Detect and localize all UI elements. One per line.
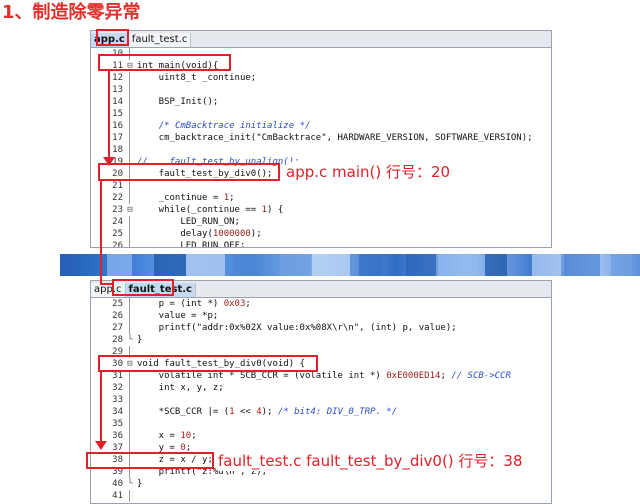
- code-line: 24 LED_RUN_ON;: [91, 216, 551, 228]
- code-line: 15: [91, 108, 551, 120]
- code-text: LED_RUN_OFF;: [137, 241, 246, 248]
- code-line: 41: [91, 490, 551, 502]
- line-number: 13: [112, 85, 123, 95]
- code-line: 13: [91, 84, 551, 96]
- code-line: 27 printf("addr:0x%02X value:0x%08X\r\n"…: [91, 322, 551, 334]
- highlight-box-main-line: [98, 54, 231, 71]
- strip-block: [233, 254, 257, 276]
- code-line: 14 BSP_Init();: [91, 96, 551, 108]
- code-line: 32 int x, y, z;: [91, 382, 551, 394]
- code-area[interactable]: 25 p = (int *) 0x03; 26 value = *p; 27 pri…: [91, 298, 551, 503]
- line-number: 32: [112, 383, 123, 393]
- highlight-box-app-tab: [96, 29, 129, 46]
- line-number: 26: [112, 311, 123, 321]
- code-line: 16 /* CmBacktrace initialize */: [91, 120, 551, 132]
- arrow-line-2: [100, 181, 102, 283]
- line-number: 23: [112, 205, 123, 215]
- code-text: printf("addr:0x%02X value:0x%08X\r\n", (…: [137, 323, 457, 333]
- code-line: 18: [91, 144, 551, 156]
- strip-block: [611, 254, 632, 276]
- page-heading: 1、制造除零异常: [2, 2, 141, 23]
- arrow-line-1: [108, 71, 110, 162]
- strip-block: [312, 254, 350, 276]
- strip-block: [564, 254, 600, 276]
- arrow-head-3: [95, 441, 107, 450]
- code-text: x = 10;: [137, 431, 197, 441]
- code-line: 22 _continue = 1;: [91, 192, 551, 204]
- strip-block: [532, 254, 561, 276]
- annotation-note-2: fault_test.c fault_test_by_div0() 行号：38: [218, 451, 523, 471]
- strip-block: [406, 254, 436, 276]
- line-number: 16: [112, 121, 123, 131]
- annotation-note-1: app.c main() 行号：20: [286, 162, 451, 182]
- code-line: 25 delay(1000000);: [91, 228, 551, 240]
- line-number: 34: [112, 407, 123, 417]
- line-number: 35: [112, 419, 123, 429]
- strip-block: [154, 254, 186, 276]
- strip-block: [359, 254, 382, 276]
- fold-marker: └: [125, 478, 135, 490]
- strip-block: [107, 254, 132, 276]
- code-line: 26 LED_RUN_OFF;: [91, 240, 551, 248]
- code-text: _continue = 1;: [137, 193, 235, 203]
- fold-toggle-icon[interactable]: ⊟: [125, 204, 135, 216]
- code-line: 25 p = (int *) 0x03;: [91, 298, 551, 310]
- highlight-box-fault-tab: [112, 279, 174, 296]
- line-number: 21: [112, 181, 123, 191]
- line-number: 15: [112, 109, 123, 119]
- code-line: 33: [91, 394, 551, 406]
- strip-block: [485, 254, 507, 276]
- line-number: 14: [112, 97, 123, 107]
- code-text: int x, y, z;: [137, 383, 224, 393]
- code-line: 34 *SCB_CCR |= (1 << 4); /* bit4: DIV_0_…: [91, 406, 551, 418]
- code-line: 17 cm_backtrace_init("CmBacktrace", HARD…: [91, 132, 551, 144]
- code-line: 23 ⊟ while(_continue == 1) {: [91, 204, 551, 216]
- strip-block: [186, 254, 225, 276]
- line-number: 12: [112, 73, 123, 83]
- code-text: value = *p;: [137, 311, 219, 321]
- code-text: /* CmBacktrace initialize */: [158, 121, 311, 131]
- code-line: 40 └}: [91, 478, 551, 490]
- strip-block: [280, 254, 311, 276]
- strip-block: [438, 254, 475, 276]
- code-text: }: [137, 479, 143, 489]
- code-text: uint8_t _continue;: [137, 73, 257, 83]
- line-number: 22: [112, 193, 123, 203]
- tab-bar: app.c fault_test.c: [91, 31, 551, 48]
- line-number: 33: [112, 395, 123, 405]
- code-line: 26 value = *p;: [91, 310, 551, 322]
- code-text: BSP_Init();: [137, 97, 219, 107]
- highlight-box-call-line: [98, 163, 280, 181]
- code-text: LED_RUN_ON;: [137, 217, 240, 227]
- line-number: 41: [112, 491, 123, 501]
- fold-marker: └: [125, 334, 135, 346]
- line-number: 17: [112, 133, 123, 143]
- line-number: 40: [112, 479, 123, 489]
- highlight-box-divide-line: [86, 452, 214, 469]
- image-separator-strip: [60, 254, 640, 276]
- line-number: 25: [112, 229, 123, 239]
- line-number: 26: [112, 241, 123, 248]
- code-line: 36 x = 10;: [91, 430, 551, 442]
- code-area[interactable]: 10 11 ⊟ int main(void){12 uint8_t _continue…: [91, 48, 551, 247]
- code-text: cm_backtrace_init("CmBacktrace", HARDWAR…: [137, 133, 533, 143]
- code-line: 35: [91, 418, 551, 430]
- code-text: delay(1000000);: [137, 229, 262, 239]
- strip-block: [60, 254, 78, 276]
- line-number: 24: [112, 217, 123, 227]
- code-text: p = (int *) 0x03;: [137, 299, 251, 309]
- tab-fault-test-c[interactable]: fault_test.c: [128, 33, 192, 47]
- line-number: 27: [112, 323, 123, 333]
- highlight-box-div0-line: [98, 355, 318, 372]
- line-number: 28: [112, 335, 123, 345]
- line-number: 25: [112, 299, 123, 309]
- code-text: }: [137, 335, 143, 345]
- arrow-line-3: [100, 372, 102, 444]
- code-text: while(_continue == 1) {: [137, 205, 284, 215]
- line-number: 18: [112, 145, 123, 155]
- code-text: *SCB_CCR |= (1 << 4); /* bit4: DIV_0_TRP…: [137, 407, 398, 417]
- code-line: 12 uint8_t _continue;: [91, 72, 551, 84]
- code-line: 28 └}: [91, 334, 551, 346]
